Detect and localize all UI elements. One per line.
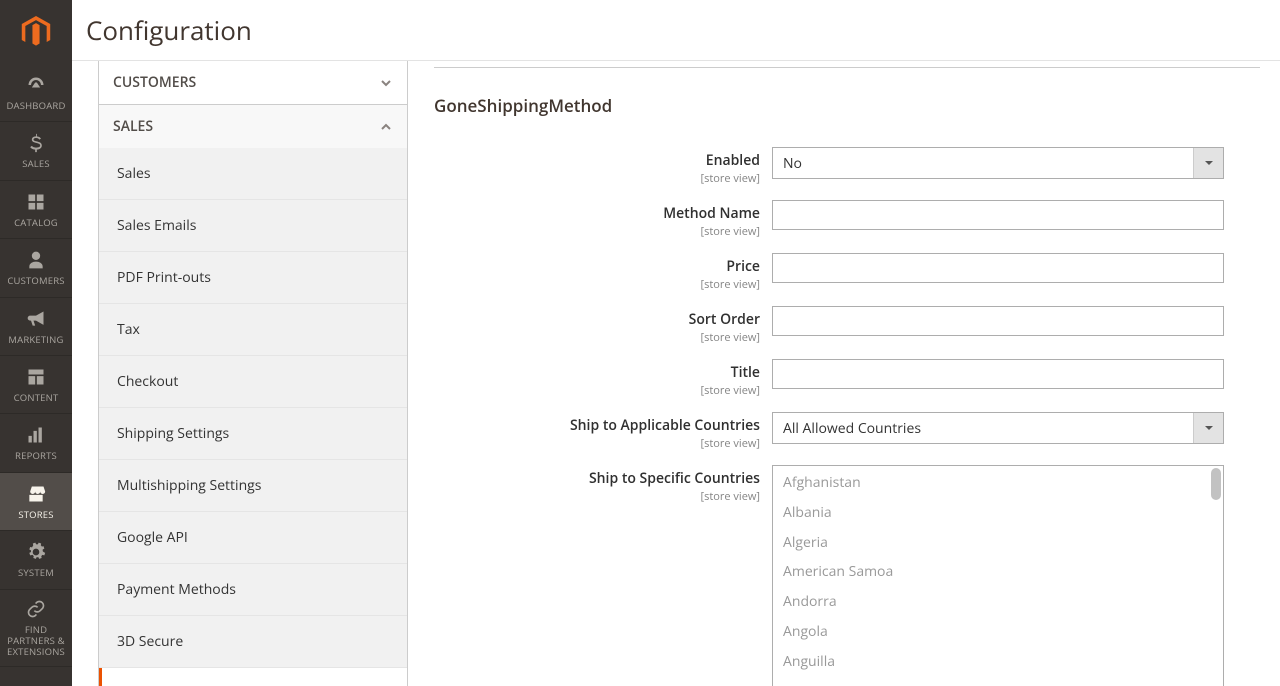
row-price: Price [store view] [434, 253, 1260, 292]
row-enabled: Enabled [store view] No [434, 147, 1260, 186]
chevron-down-icon [1193, 148, 1223, 178]
chevron-down-icon [1193, 413, 1223, 443]
section-title[interactable]: GoneShippingMethod [434, 76, 1260, 127]
label-price: Price [726, 257, 760, 276]
gear-icon [25, 541, 47, 563]
label-ship-specific: Ship to Specific Countries [589, 469, 760, 488]
country-option[interactable]: Algeria [773, 528, 1223, 558]
nav-customers[interactable]: CUSTOMERS [0, 239, 72, 297]
nav-sales[interactable]: SALES [0, 122, 72, 180]
row-method-name: Method Name [store view] [434, 200, 1260, 239]
sub-pdf-printouts[interactable]: PDF Print-outs [99, 252, 407, 304]
country-option[interactable]: Andorra [773, 587, 1223, 617]
sub-tax[interactable]: Tax [99, 304, 407, 356]
grid-icon [25, 191, 47, 213]
label-method-name: Method Name [663, 204, 760, 223]
nav-system[interactable]: SYSTEM [0, 531, 72, 589]
country-option[interactable]: Afghanistan [773, 468, 1223, 498]
primary-nav: DASHBOARD SALES CATALOG CUSTOMERS MARKET… [0, 0, 72, 686]
label-title: Title [731, 363, 760, 382]
input-title[interactable] [772, 359, 1224, 389]
input-sort-order[interactable] [772, 306, 1224, 336]
row-title: Title [store view] [434, 359, 1260, 398]
sub-google-api[interactable]: Google API [99, 512, 407, 564]
sub-3d-secure[interactable]: 3D Secure [99, 616, 407, 668]
sub-checkout[interactable]: Checkout [99, 356, 407, 408]
acc-customers[interactable]: CUSTOMERS [99, 61, 407, 104]
row-ship-applicable: Ship to Applicable Countries [store view… [434, 412, 1260, 451]
sub-shipping-settings[interactable]: Shipping Settings [99, 408, 407, 460]
input-price[interactable] [772, 253, 1224, 283]
country-option[interactable]: American Samoa [773, 557, 1223, 587]
link-icon [25, 598, 47, 620]
scope-enabled: [store view] [434, 171, 760, 186]
sub-sales-emails[interactable]: Sales Emails [99, 200, 407, 252]
input-method-name[interactable] [772, 200, 1224, 230]
nav-stores[interactable]: STORES [0, 473, 72, 531]
row-sort-order: Sort Order [store view] [434, 306, 1260, 345]
chevron-up-icon [379, 120, 393, 134]
page-title: Configuration [86, 12, 1256, 48]
page-header: Configuration [72, 0, 1280, 61]
scrollbar[interactable] [1211, 468, 1221, 686]
label-ship-applicable: Ship to Applicable Countries [570, 416, 760, 435]
sub-sales[interactable]: Sales [99, 148, 407, 200]
dollar-icon [25, 132, 47, 154]
acc-sales-body: Sales Sales Emails PDF Print-outs Tax Ch… [99, 148, 407, 686]
row-ship-specific: Ship to Specific Countries [store view] … [434, 465, 1260, 686]
nav-reports[interactable]: REPORTS [0, 414, 72, 472]
config-sidebar: CUSTOMERS SALES Sales Sales Emails PDF P… [72, 61, 408, 686]
country-option[interactable]: Angola [773, 617, 1223, 647]
collapsed-section-above[interactable] [434, 61, 1260, 68]
layout-icon [25, 366, 47, 388]
scrollbar-thumb[interactable] [1211, 468, 1221, 500]
country-option[interactable]: Anguilla [773, 647, 1223, 677]
content-area: Configuration CUSTOMERS SALES Sales Sale… [72, 0, 1280, 686]
label-sort-order: Sort Order [689, 310, 760, 329]
sub-multishipping[interactable]: Multishipping Settings [99, 460, 407, 512]
nav-content[interactable]: CONTENT [0, 356, 72, 414]
person-icon [25, 249, 47, 271]
label-enabled: Enabled [706, 151, 760, 170]
nav-catalog[interactable]: CATALOG [0, 181, 72, 239]
nav-marketing[interactable]: MARKETING [0, 298, 72, 356]
megaphone-icon [25, 308, 47, 330]
magento-logo[interactable] [0, 0, 72, 64]
nav-dashboard[interactable]: DASHBOARD [0, 64, 72, 122]
storefront-icon [25, 483, 47, 505]
chevron-down-icon [379, 76, 393, 90]
acc-sales[interactable]: SALES [99, 105, 407, 148]
country-option[interactable]: Antarctica [773, 677, 1223, 686]
country-option[interactable]: Albania [773, 498, 1223, 528]
dashboard-icon [25, 74, 47, 96]
form-area: GoneShippingMethod Enabled [store view] … [408, 61, 1280, 686]
multiselect-ship-specific[interactable]: Afghanistan Albania Algeria American Sam… [772, 465, 1224, 686]
select-enabled[interactable]: No [772, 147, 1224, 179]
bar-chart-icon [25, 424, 47, 446]
sub-delivery-methods[interactable]: Delivery Methods [99, 668, 407, 686]
sub-payment-methods[interactable]: Payment Methods [99, 564, 407, 616]
select-ship-applicable[interactable]: All Allowed Countries [772, 412, 1224, 444]
nav-find-partners[interactable]: FIND PARTNERS & EXTENSIONS [0, 590, 72, 667]
